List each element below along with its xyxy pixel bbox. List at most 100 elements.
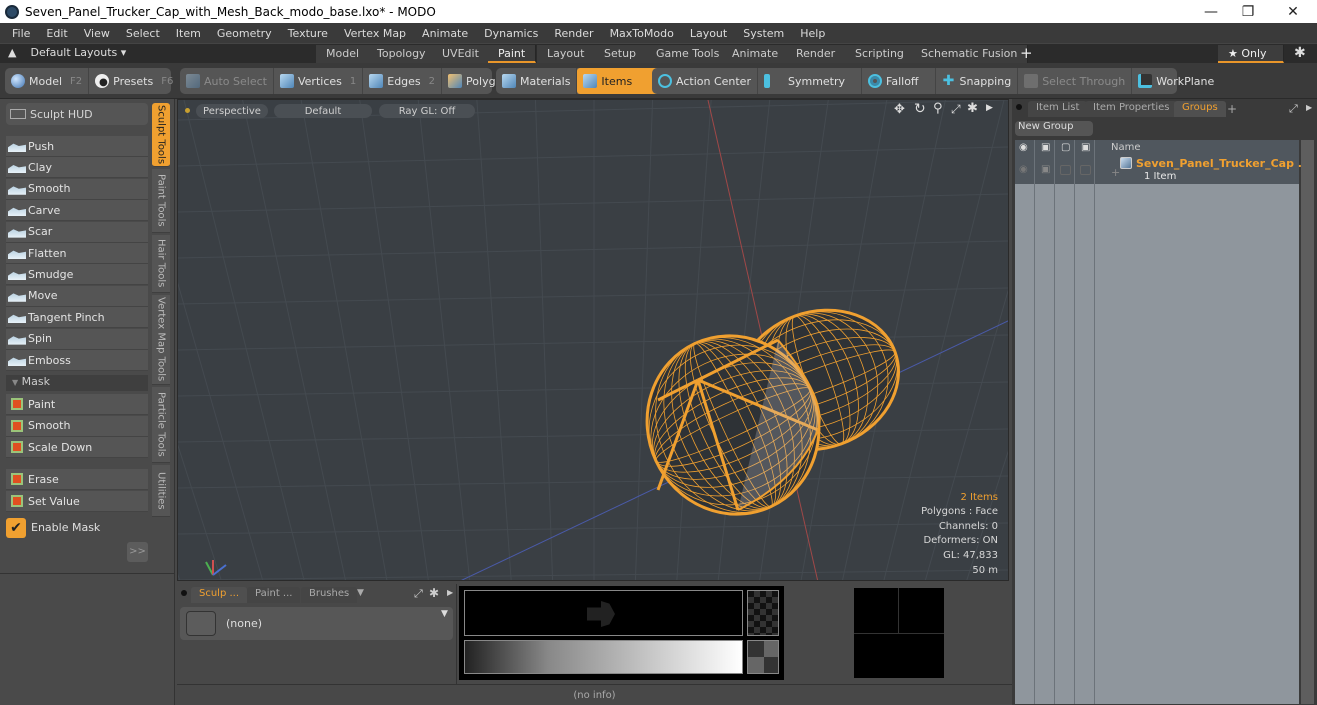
preset-dropdown-icon[interactable]: ▼ (441, 609, 448, 619)
tab-paint[interactable]: Paint (488, 45, 537, 63)
preset-selector[interactable]: (none) ▼ (180, 607, 453, 640)
layout-settings-gear-icon[interactable]: ✱ (1294, 45, 1306, 61)
materials-button[interactable]: Materials (496, 68, 578, 94)
tab-groups[interactable]: Groups (1174, 101, 1226, 117)
add-panel-tab-icon[interactable]: + (1227, 102, 1237, 116)
viewport-canvas[interactable] (178, 100, 1009, 581)
name-column-header[interactable]: Name (1111, 142, 1141, 153)
tool-scar[interactable]: Scar (6, 221, 148, 243)
tab-animate[interactable]: Animate (722, 45, 790, 63)
raygl-button[interactable]: Ray GL: Off (379, 104, 475, 118)
tab-brushes[interactable]: Brushes (301, 587, 358, 603)
only-toggle[interactable]: ★ Only (1218, 45, 1284, 63)
tab-model[interactable]: Model (316, 45, 371, 63)
brush-panel-maximize-icon[interactable]: ⤢ (414, 587, 423, 601)
select-through-button[interactable]: Select Through (1018, 68, 1133, 94)
rotate-icon[interactable]: ↻ (914, 101, 926, 117)
expand-button[interactable]: >> (127, 542, 148, 562)
3d-viewport[interactable]: Perspective Default Ray GL: Off ✥ ↻ ⚲ ⤢ … (177, 99, 1009, 581)
vtab-sculpt-tools[interactable]: Sculpt Tools (152, 103, 170, 167)
tabs-dropdown-icon[interactable]: ▼ (357, 588, 364, 598)
menu-item[interactable]: Item (168, 27, 209, 40)
tool-carve[interactable]: Carve (6, 200, 148, 222)
menu-animate[interactable]: Animate (414, 27, 476, 40)
menu-help[interactable]: Help (792, 27, 833, 40)
action-center-button[interactable]: Action Center (652, 68, 758, 94)
tab-uvedit[interactable]: UVEdit (432, 45, 490, 63)
tool-move[interactable]: Move (6, 285, 148, 307)
vtab-vertex-map-tools[interactable]: Vertex Map Tools (152, 295, 170, 385)
row-visibility-icon[interactable]: ◉ (1019, 164, 1028, 175)
render-column-camera-icon[interactable]: ▣ (1041, 142, 1050, 153)
snapping-button[interactable]: ✚ Snapping (936, 68, 1019, 94)
menu-view[interactable]: View (76, 27, 118, 40)
falloff-gradient[interactable] (464, 640, 743, 674)
tab-item-properties[interactable]: Item Properties (1085, 101, 1178, 117)
brush-panel-menu-icon[interactable]: ▶ (447, 588, 453, 597)
tab-sculpt-presets[interactable]: Sculp ... (191, 587, 248, 603)
tool-emboss[interactable]: Emboss (6, 350, 148, 371)
group-row[interactable]: ◉ ▣ + Seven_Panel_Trucker_Cap ... 1 Item (1015, 156, 1310, 184)
groups-list[interactable]: ◉ ▣ ▢ ▣ Name ◉ ▣ + Seven_Panel_Trucker_C… (1015, 140, 1310, 704)
panel-maximize-icon[interactable]: ⤢ (1289, 102, 1298, 116)
mask-tool-paint[interactable]: Paint (6, 394, 148, 415)
menu-vertex-map[interactable]: Vertex Map (336, 27, 414, 40)
workplane-button[interactable]: WorkPlane (1132, 68, 1220, 94)
restore-button[interactable]: ❐ (1225, 0, 1271, 23)
visibility-column-eye-icon[interactable]: ◉ (1019, 142, 1028, 153)
tab-item-list[interactable]: Item List (1028, 101, 1088, 117)
edges-button[interactable]: Edges 2 (363, 68, 443, 94)
menu-maxtomodo[interactable]: MaxToModo (602, 27, 682, 40)
menu-dynamics[interactable]: Dynamics (476, 27, 546, 40)
vtab-utilities[interactable]: Utilities (152, 465, 170, 517)
tab-topology[interactable]: Topology (367, 45, 437, 63)
falloff-button[interactable]: Falloff (862, 68, 936, 94)
trucker-cap-wireframe[interactable] (618, 288, 918, 542)
vtab-paint-tools[interactable]: Paint Tools (152, 169, 170, 233)
tool-smooth[interactable]: Smooth (6, 178, 148, 200)
tool-smudge[interactable]: Smudge (6, 264, 148, 286)
groups-scrollbar[interactable] (1301, 140, 1314, 704)
tab-render[interactable]: Render (786, 45, 847, 63)
sculpt-hud-button[interactable]: Sculpt HUD (6, 103, 148, 125)
tab-schematic-fusion[interactable]: Schematic Fusion (911, 45, 1029, 63)
menu-layout[interactable]: Layout (682, 27, 735, 40)
mask-tool-scale-down[interactable]: Scale Down (6, 437, 148, 458)
mask-tool-set-value[interactable]: Set Value (6, 491, 148, 512)
group-name[interactable]: Seven_Panel_Trucker_Cap ... (1136, 157, 1310, 170)
symmetry-button[interactable]: Symmetry (758, 68, 863, 94)
vertices-button[interactable]: Vertices 1 (274, 68, 364, 94)
tab-scripting[interactable]: Scripting (845, 45, 915, 63)
expand-group-icon[interactable]: + (1111, 166, 1120, 179)
tab-paint-presets[interactable]: Paint ... (247, 587, 301, 603)
tool-flatten[interactable]: Flatten (6, 243, 148, 264)
tool-push[interactable]: Push (6, 136, 148, 157)
menu-texture[interactable]: Texture (280, 27, 336, 40)
menu-select[interactable]: Select (118, 27, 168, 40)
row-select-checkbox[interactable] (1080, 165, 1091, 175)
menu-system[interactable]: System (735, 27, 792, 40)
lock-column-icon[interactable]: ▢ (1061, 142, 1070, 153)
tab-layout[interactable]: Layout (537, 45, 596, 63)
menu-file[interactable]: File (4, 27, 38, 40)
menu-render[interactable]: Render (546, 27, 601, 40)
menu-edit[interactable]: Edit (38, 27, 75, 40)
select-column-icon[interactable]: ▣ (1081, 142, 1090, 153)
menu-geometry[interactable]: Geometry (209, 27, 280, 40)
presets-button[interactable]: Presets F6 (89, 68, 179, 94)
brush-panel-gear-icon[interactable]: ✱ (429, 586, 439, 600)
tool-spin[interactable]: Spin (6, 328, 148, 350)
enable-mask-checkbox[interactable]: ✔ (6, 518, 26, 538)
vtab-hair-tools[interactable]: Hair Tools (152, 235, 170, 293)
tab-setup[interactable]: Setup (594, 45, 648, 63)
add-tab-button[interactable]: + (1020, 44, 1033, 62)
mask-section-header[interactable]: ▼ Mask (6, 375, 148, 391)
new-group-button[interactable]: New Group (1015, 121, 1093, 136)
shading-button[interactable]: Default (274, 104, 372, 118)
view-type-button[interactable]: Perspective (196, 104, 268, 118)
tool-clay[interactable]: Clay (6, 157, 148, 179)
viewport-menu-arrow-icon[interactable]: ▶ (986, 103, 993, 113)
zoom-icon[interactable]: ⚲ (933, 101, 943, 116)
maximize-icon[interactable]: ⤢ (951, 102, 961, 117)
row-render-icon[interactable]: ▣ (1041, 164, 1050, 175)
